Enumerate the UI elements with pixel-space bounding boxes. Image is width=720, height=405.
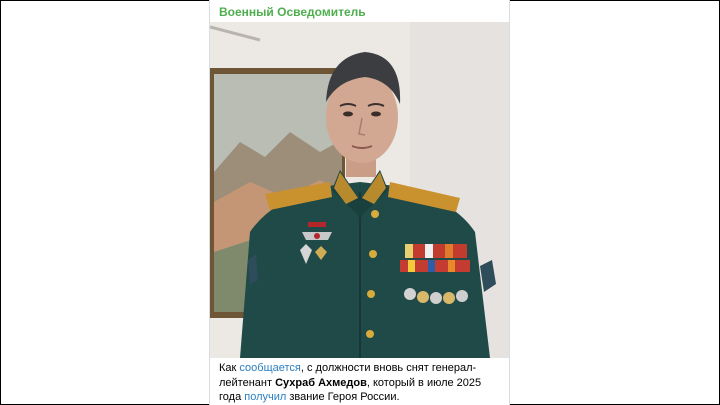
channel-name-link[interactable]: Военный Осведомитель	[219, 5, 366, 19]
post-photo[interactable]	[210, 22, 509, 358]
caption-text-4: звание Героя России.	[286, 391, 400, 403]
post-caption: Как сообщается, с должности вновь снят г…	[219, 361, 504, 405]
caption-bold-name: Сухраб Ахмедов	[275, 376, 367, 389]
caption-text-1: Как	[219, 362, 240, 374]
caption-link-received[interactable]: получил	[244, 391, 286, 403]
caption-link-reported[interactable]: сообщается	[239, 362, 300, 374]
channel-post: Военный Осведомитель Как сообщается, с д…	[209, 0, 510, 405]
